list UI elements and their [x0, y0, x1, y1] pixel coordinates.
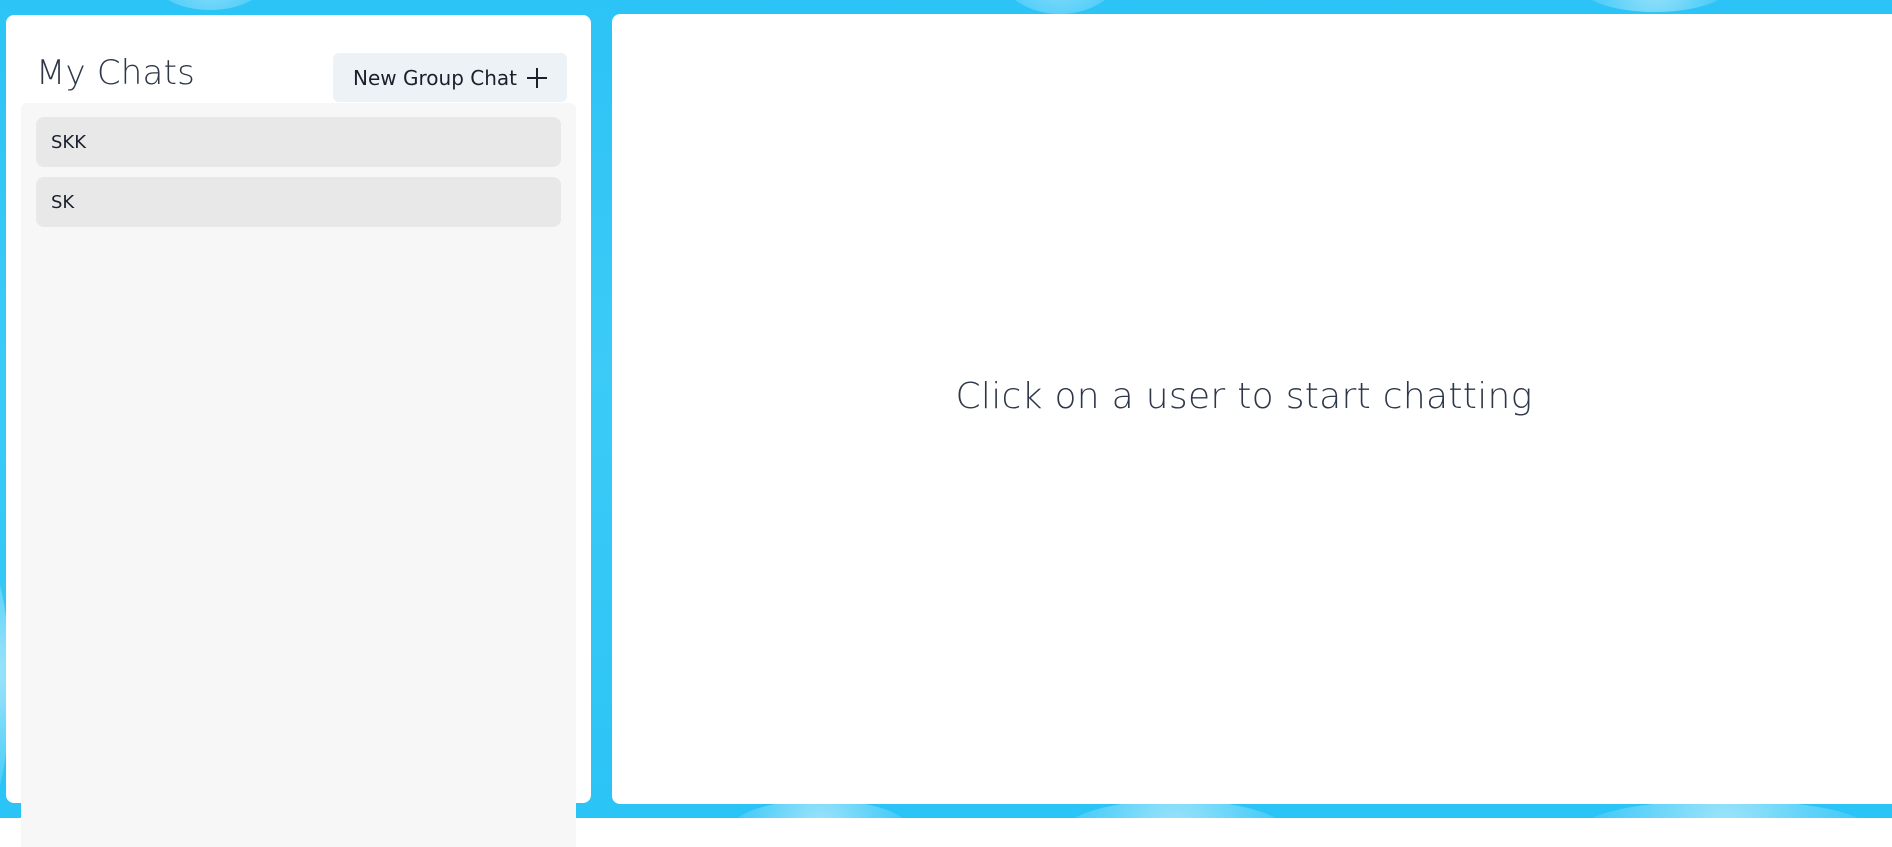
chat-name: SK — [51, 191, 75, 213]
chat-list[interactable]: SKK SK — [21, 103, 576, 847]
background-bubble — [1580, 0, 1730, 12]
empty-state-message: Click on a user to start chatting — [955, 375, 1533, 417]
new-group-chat-label: New Group Chat — [353, 65, 517, 90]
chat-list-item-skk[interactable]: SKK — [36, 117, 561, 167]
background-bubble — [1000, 0, 1120, 14]
new-group-chat-button[interactable]: New Group Chat — [333, 53, 567, 102]
page-title: My Chats — [36, 53, 196, 93]
chat-name: SKK — [51, 131, 87, 153]
chat-box: Click on a user to start chatting — [612, 14, 1892, 804]
background-bubble — [150, 0, 270, 10]
chat-list-item-sk[interactable]: SK — [36, 177, 561, 227]
plus-icon — [526, 67, 547, 88]
